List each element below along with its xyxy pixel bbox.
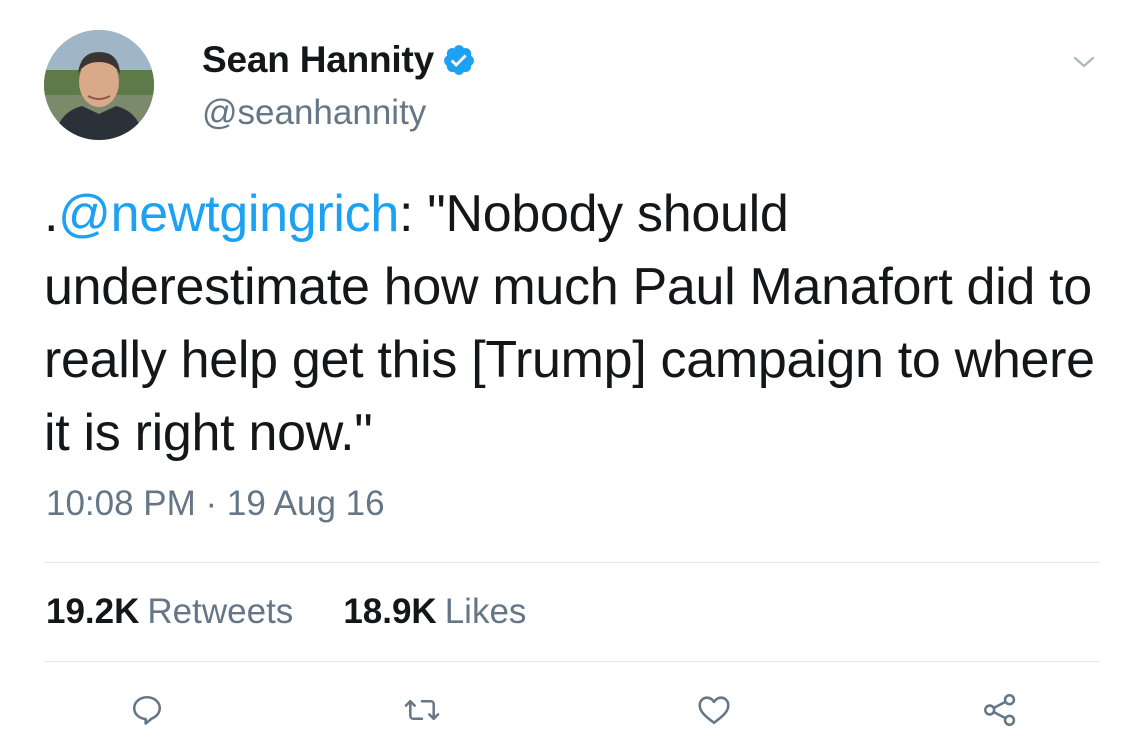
retweets-stat[interactable]: 19.2K Retweets <box>46 592 293 632</box>
share-icon <box>984 694 1016 726</box>
like-button[interactable] <box>692 688 736 732</box>
tweet-stats: 19.2K Retweets 18.9K Likes <box>46 592 526 632</box>
share-button[interactable] <box>978 688 1022 732</box>
likes-label: Likes <box>444 592 527 631</box>
heart-icon <box>698 696 730 725</box>
author-name-row[interactable]: Sean Hannity <box>202 38 476 82</box>
divider <box>44 661 1100 662</box>
reply-icon <box>132 695 162 725</box>
avatar-image <box>44 30 154 140</box>
action-bar <box>0 688 1144 732</box>
tweet-card: Sean Hannity @seanhannity .@newtgingrich… <box>0 0 1144 754</box>
author-handle[interactable]: @seanhannity <box>202 93 426 133</box>
retweets-count: 19.2K <box>46 592 140 631</box>
divider <box>44 562 1100 563</box>
tweet-prefix: . <box>44 185 59 243</box>
retweets-label: Retweets <box>147 592 294 631</box>
reply-button[interactable] <box>125 688 169 732</box>
author-display-name[interactable]: Sean Hannity <box>202 39 434 81</box>
verified-badge-icon <box>442 43 476 77</box>
chevron-down-icon[interactable] <box>1072 54 1096 70</box>
tweet-text: .@newtgingrich: "Nobody should underesti… <box>44 178 1104 470</box>
likes-stat[interactable]: 18.9K Likes <box>343 592 526 632</box>
likes-count: 18.9K <box>343 592 437 631</box>
retweet-icon <box>404 699 440 721</box>
retweet-button[interactable] <box>400 688 444 732</box>
tweet-timestamp[interactable]: 10:08 PM · 19 Aug 16 <box>46 484 385 524</box>
avatar[interactable] <box>44 30 154 140</box>
mention-link[interactable]: @newtgingrich <box>58 185 399 243</box>
